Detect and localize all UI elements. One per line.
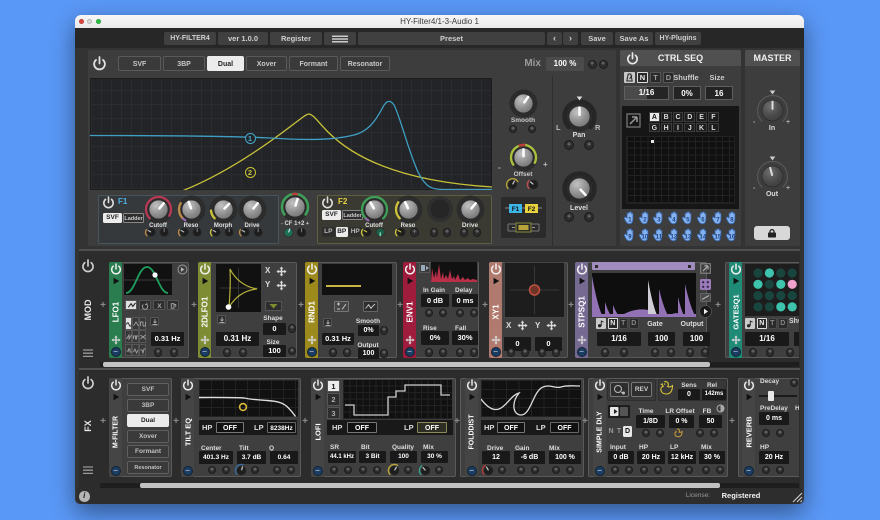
svg-text:13: 13 bbox=[685, 234, 692, 240]
svg-text:X: X bbox=[157, 303, 162, 310]
svg-text:16: 16 bbox=[729, 234, 736, 240]
svg-text:11: 11 bbox=[656, 234, 663, 240]
svg-text:F2: F2 bbox=[528, 206, 536, 213]
svg-text:12: 12 bbox=[670, 234, 677, 240]
svg-text:14: 14 bbox=[700, 234, 707, 240]
svg-text:F1: F1 bbox=[512, 206, 520, 213]
svg-text:10: 10 bbox=[641, 234, 648, 240]
svg-text:15: 15 bbox=[714, 234, 721, 240]
